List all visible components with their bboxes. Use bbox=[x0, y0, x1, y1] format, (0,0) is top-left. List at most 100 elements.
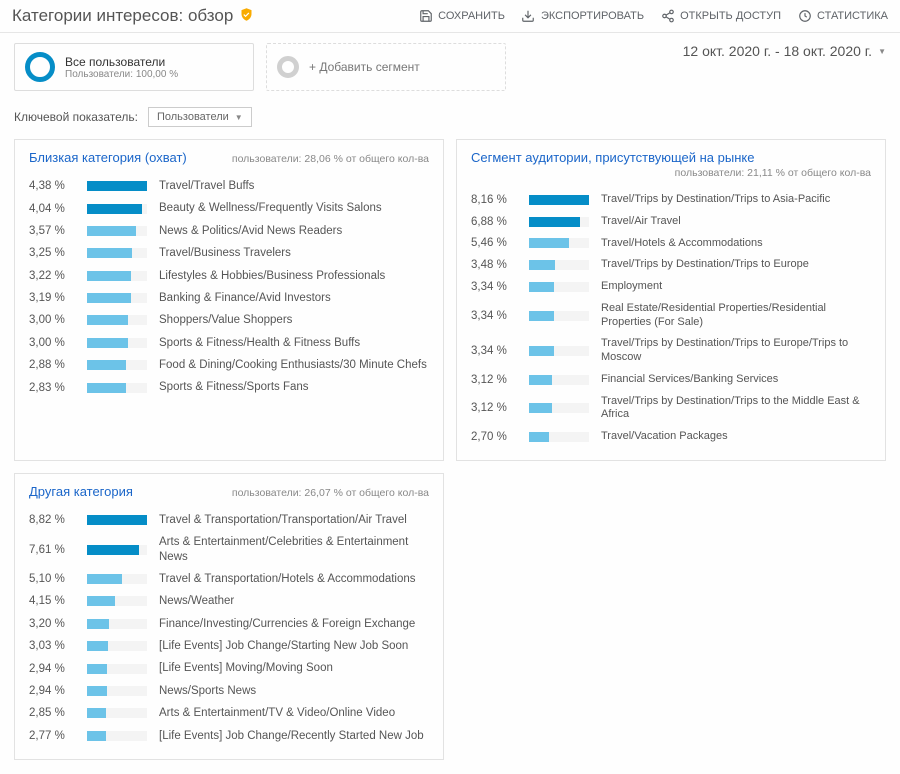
row-label: Lifestyles & Hobbies/Business Profession… bbox=[159, 269, 429, 283]
page-title: Категории интересов: обзор bbox=[12, 6, 233, 26]
row-label: Beauty & Wellness/Frequently Visits Salo… bbox=[159, 201, 429, 215]
data-row[interactable]: 2,94 % [Life Events] Moving/Moving Soon bbox=[29, 657, 429, 679]
row-label: [Life Events] Job Change/Recently Starte… bbox=[159, 729, 429, 743]
data-row[interactable]: 3,22 % Lifestyles & Hobbies/Business Prof… bbox=[29, 265, 429, 287]
save-button[interactable]: СОХРАНИТЬ bbox=[418, 9, 505, 24]
toolbar-label: СТАТИСТИКА bbox=[817, 10, 888, 22]
row-percent: 2,85 % bbox=[29, 707, 75, 719]
data-row[interactable]: 3,57 %News & Politics/Avid News Readers bbox=[29, 220, 429, 242]
data-row[interactable]: 2,94 % News/Sports News bbox=[29, 680, 429, 702]
row-percent: 3,20 % bbox=[29, 618, 75, 630]
row-percent: 3,00 % bbox=[29, 337, 75, 349]
panel-title[interactable]: Сегмент аудитории, присутствующей на рын… bbox=[471, 150, 754, 165]
data-row[interactable]: 2,83 %Sports & Fitness/Sports Fans bbox=[29, 376, 429, 398]
row-percent: 3,34 % bbox=[471, 345, 517, 357]
data-row[interactable]: 3,12 %Financial Services/Banking Service… bbox=[471, 369, 871, 391]
share-button[interactable]: ОТКРЫТЬ ДОСТУП bbox=[660, 9, 781, 24]
segment-circle-icon bbox=[25, 52, 55, 82]
data-row[interactable]: 3,25 %Travel/Business Travelers bbox=[29, 242, 429, 264]
data-row[interactable]: 4,15 % News/Weather bbox=[29, 590, 429, 612]
row-percent: 4,04 % bbox=[29, 203, 75, 215]
data-row[interactable]: 3,34 %Employment bbox=[471, 276, 871, 298]
row-bar bbox=[529, 432, 589, 442]
chevron-down-icon: ▼ bbox=[878, 47, 886, 56]
row-label: Food & Dining/Cooking Enthusiasts/30 Min… bbox=[159, 358, 429, 372]
panel-sub: пользователи: 21,11 % от общего кол-ва bbox=[675, 167, 871, 179]
data-row[interactable]: 6,88 %Travel/Air Travel bbox=[471, 211, 871, 233]
data-row[interactable]: 5,10 %Travel & Transportation/Hotels & A… bbox=[29, 568, 429, 590]
row-bar bbox=[529, 311, 589, 321]
data-row[interactable]: 2,88 % Food & Dining/Cooking Enthusiasts/… bbox=[29, 354, 429, 376]
row-label: Travel/Business Travelers bbox=[159, 246, 429, 260]
data-row[interactable]: 4,38 %Travel/Travel Buffs bbox=[29, 175, 429, 197]
add-segment-button[interactable]: + Добавить сегмент bbox=[266, 43, 506, 91]
chevron-down-icon: ▼ bbox=[235, 113, 243, 122]
panel-inmarket: Сегмент аудитории, присутствующей на рын… bbox=[456, 139, 886, 461]
row-percent: 4,15 % bbox=[29, 595, 75, 607]
data-row[interactable]: 8,16 %Travel/Trips by Destination/Trips … bbox=[471, 189, 871, 211]
data-row[interactable]: 3,12 %Travel/Trips by Destination/Trips … bbox=[471, 391, 871, 427]
row-bar bbox=[87, 226, 147, 236]
panel-affinity: Близкая категория (охват)пользователи: 2… bbox=[14, 139, 444, 461]
row-bar bbox=[529, 260, 589, 270]
data-row[interactable]: 2,85 %Arts & Entertainment/TV & Video/On… bbox=[29, 702, 429, 724]
data-row[interactable]: 3,19 %Banking & Finance/Avid Investors bbox=[29, 287, 429, 309]
data-row[interactable]: 3,34 %Real Estate/Residential Properties… bbox=[471, 298, 871, 334]
row-percent: 3,48 % bbox=[471, 259, 517, 271]
panels-grid: Близкая категория (охват) пользователи: 2… bbox=[0, 139, 900, 774]
row-percent: 2,83 % bbox=[29, 382, 75, 394]
date-range-picker[interactable]: 12 окт. 2020 г. - 18 окт. 2020 г. ▼ bbox=[683, 43, 886, 59]
row-bar bbox=[87, 315, 147, 325]
row-bar bbox=[87, 338, 147, 348]
row-label: Finance/Investing/Currencies & Foreign E… bbox=[159, 617, 429, 631]
row-bar bbox=[87, 383, 147, 393]
panel-title[interactable]: Близкая категория (охват) bbox=[29, 150, 187, 165]
row-label: Travel/Trips by Destination/Trips to Eur… bbox=[601, 258, 871, 272]
row-label: Travel/Hotels & Accommodations bbox=[601, 237, 871, 251]
panel-head: Близкая категория (охват)пользователи: 2… bbox=[29, 150, 429, 165]
row-percent: 3,34 % bbox=[471, 310, 517, 322]
row-label: News/Sports News bbox=[159, 684, 429, 698]
toolbar: СОХРАНИТЬ ЭКСПОРТИРОВАТЬ ОТКРЫТЬ ДОСТУП … bbox=[418, 9, 888, 24]
data-row[interactable]: 8,82 %Travel & Transportation/Transporta… bbox=[29, 509, 429, 531]
stats-button[interactable]: СТАТИСТИКА bbox=[797, 9, 888, 24]
data-row[interactable]: 4,04 % Beauty & Wellness/Frequently Visit… bbox=[29, 197, 429, 219]
row-percent: 3,34 % bbox=[471, 281, 517, 293]
data-row[interactable]: 7,61 %Arts & Entertainment/Celebrities &… bbox=[29, 531, 429, 568]
panel-title[interactable]: Другая категория bbox=[29, 484, 133, 499]
page-header: Категории интересов: обзор СОХРАНИТЬ ЭКС… bbox=[0, 0, 900, 33]
row-percent: 8,82 % bbox=[29, 514, 75, 526]
data-row[interactable]: 3,20 % Finance/Investing/Currencies & For… bbox=[29, 613, 429, 635]
row-label: [Life Events] Moving/Moving Soon bbox=[159, 661, 429, 675]
row-bar bbox=[529, 217, 589, 227]
row-label: Shoppers/Value Shoppers bbox=[159, 313, 429, 327]
data-row[interactable]: 3,34 %Travel/Trips by Destination/Trips … bbox=[471, 333, 871, 369]
row-percent: 5,46 % bbox=[471, 237, 517, 249]
row-percent: 3,12 % bbox=[471, 402, 517, 414]
toolbar-label: СОХРАНИТЬ bbox=[438, 10, 505, 22]
data-row[interactable]: 3,48 % Travel/Trips by Destination/Trips … bbox=[471, 254, 871, 276]
data-row[interactable]: 2,70 %Travel/Vacation Packages bbox=[471, 426, 871, 448]
row-percent: 2,88 % bbox=[29, 359, 75, 371]
row-bar bbox=[529, 195, 589, 205]
data-row[interactable]: 2,77 %[Life Events] Job Change/Recently … bbox=[29, 725, 429, 747]
data-row[interactable]: 5,46 % Travel/Hotels & Accommodations bbox=[471, 233, 871, 255]
row-bar bbox=[87, 731, 147, 741]
data-row[interactable]: 3,00 %Shoppers/Value Shoppers bbox=[29, 309, 429, 331]
segment-row: Все пользователи Пользователи: 100,00 % … bbox=[0, 33, 900, 97]
export-button[interactable]: ЭКСПОРТИРОВАТЬ bbox=[521, 9, 644, 24]
download-icon bbox=[521, 9, 536, 24]
row-percent: 2,94 % bbox=[29, 663, 75, 675]
row-percent: 2,94 % bbox=[29, 685, 75, 697]
row-bar bbox=[87, 204, 147, 214]
row-bar bbox=[87, 574, 147, 584]
key-metric-select[interactable]: Пользователи ▼ bbox=[148, 107, 252, 127]
row-percent: 6,88 % bbox=[471, 216, 517, 228]
row-percent: 3,22 % bbox=[29, 270, 75, 282]
row-bar bbox=[87, 181, 147, 191]
row-bar bbox=[87, 664, 147, 674]
segment-all-users[interactable]: Все пользователи Пользователи: 100,00 % bbox=[14, 43, 254, 91]
data-row[interactable]: 3,03 %[Life Events] Job Change/Starting … bbox=[29, 635, 429, 657]
row-label: News/Weather bbox=[159, 594, 429, 608]
data-row[interactable]: 3,00 %Sports & Fitness/Health & Fitness … bbox=[29, 332, 429, 354]
